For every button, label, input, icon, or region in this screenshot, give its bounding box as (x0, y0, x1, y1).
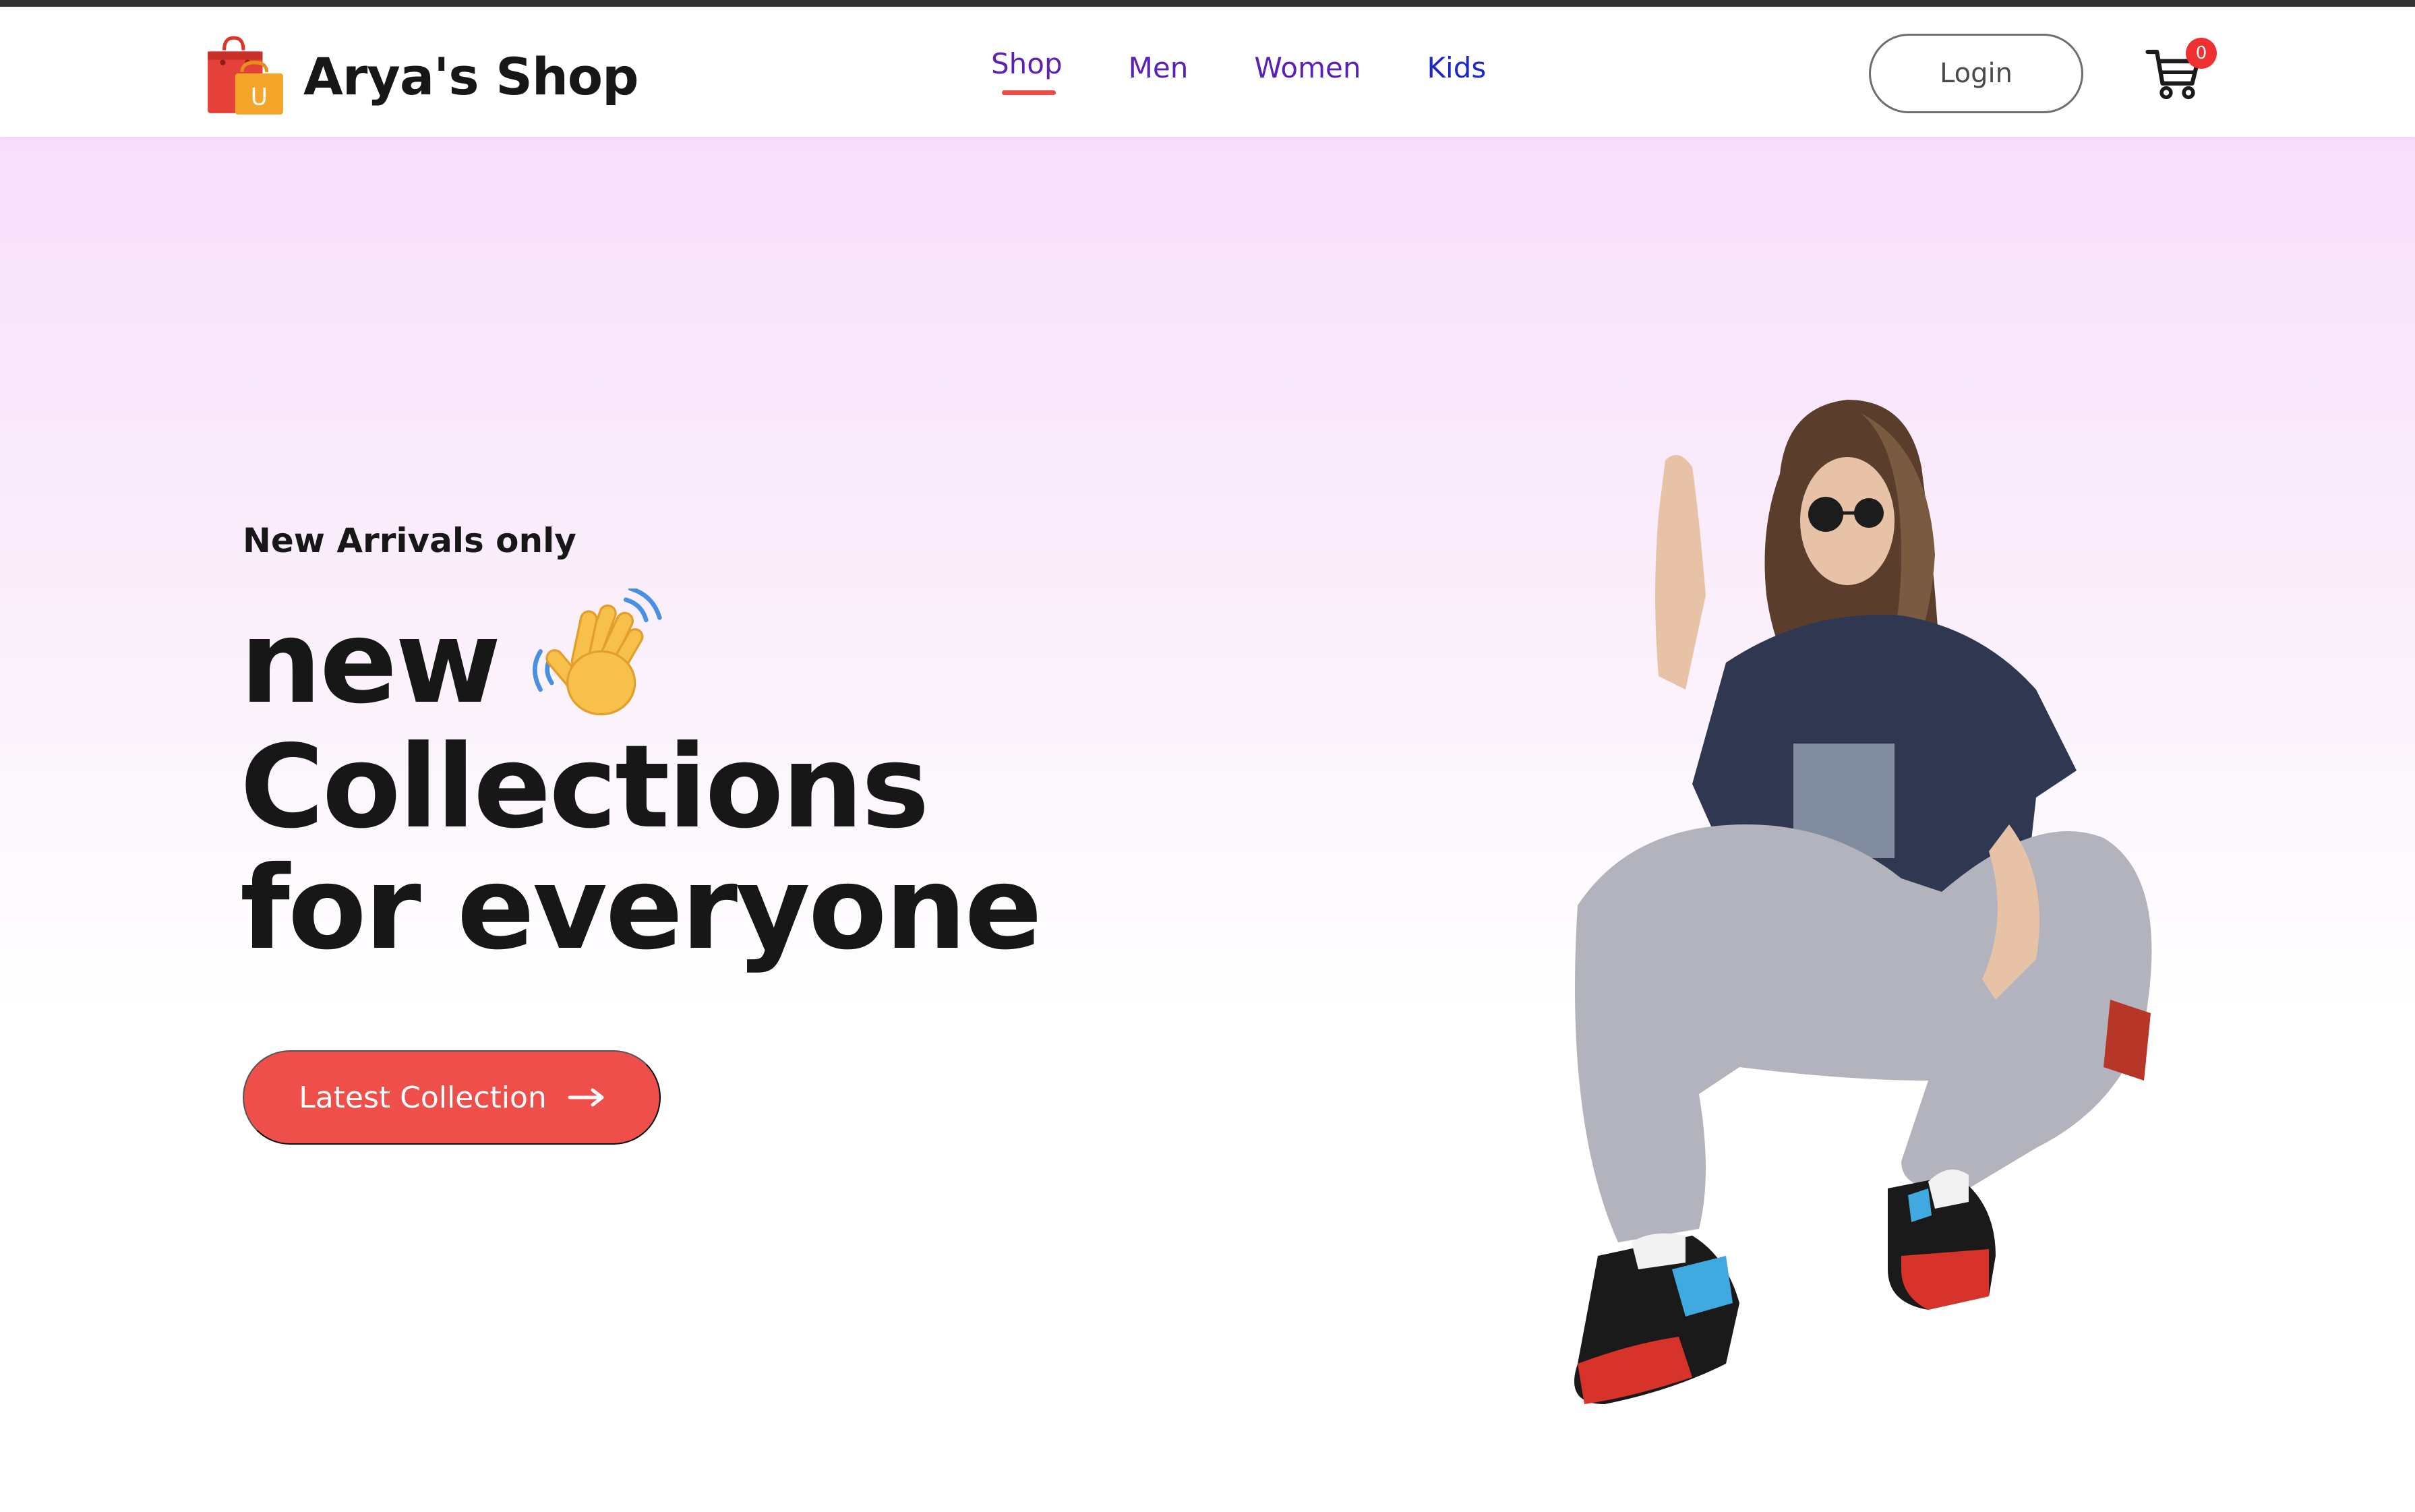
arrow-right-icon (568, 1088, 604, 1107)
cart-button[interactable]: 0 (2144, 38, 2217, 105)
waving-hand-icon (533, 588, 663, 716)
hero-heading-line-3: for everyone (240, 842, 1042, 975)
hero-heading-line-2: Collections (240, 721, 930, 854)
nav-item-label: Kids (1427, 51, 1487, 84)
hero-section: New Arrivals only new Collections for ev… (0, 137, 2415, 1404)
cta-label: Latest Collection (299, 1080, 547, 1115)
hero-heading-word: new (240, 596, 501, 729)
nav-item-kids[interactable]: Kids (1427, 51, 1486, 84)
nav-item-shop[interactable]: Shop (991, 47, 1063, 95)
hero-model-image (1574, 400, 2152, 1404)
navbar: U Arya's Shop Shop Men Women Kids Login … (0, 7, 2415, 137)
window-top-strip (0, 0, 2415, 7)
brand-name: Arya's Shop (303, 46, 639, 107)
active-nav-underline (1002, 90, 1056, 95)
nav-item-label: Women (1254, 51, 1361, 84)
nav-item-label: Shop (991, 47, 1063, 80)
logo-letter: U (251, 84, 268, 111)
main-nav: Shop Men Women Kids (991, 47, 1552, 108)
login-button[interactable]: Login (1869, 34, 2083, 113)
hero-heading-line-1: new (240, 588, 667, 729)
nav-item-women[interactable]: Women (1254, 51, 1361, 84)
cart-count-badge: 0 (2186, 38, 2217, 69)
hero-eyebrow: New Arrivals only (243, 521, 576, 560)
latest-collection-button[interactable]: Latest Collection (243, 1050, 661, 1145)
nav-item-label: Men (1128, 51, 1189, 84)
nav-item-men[interactable]: Men (1129, 51, 1189, 84)
brand[interactable]: U Arya's Shop (204, 32, 639, 120)
shopping-bags-icon: U (208, 36, 283, 115)
